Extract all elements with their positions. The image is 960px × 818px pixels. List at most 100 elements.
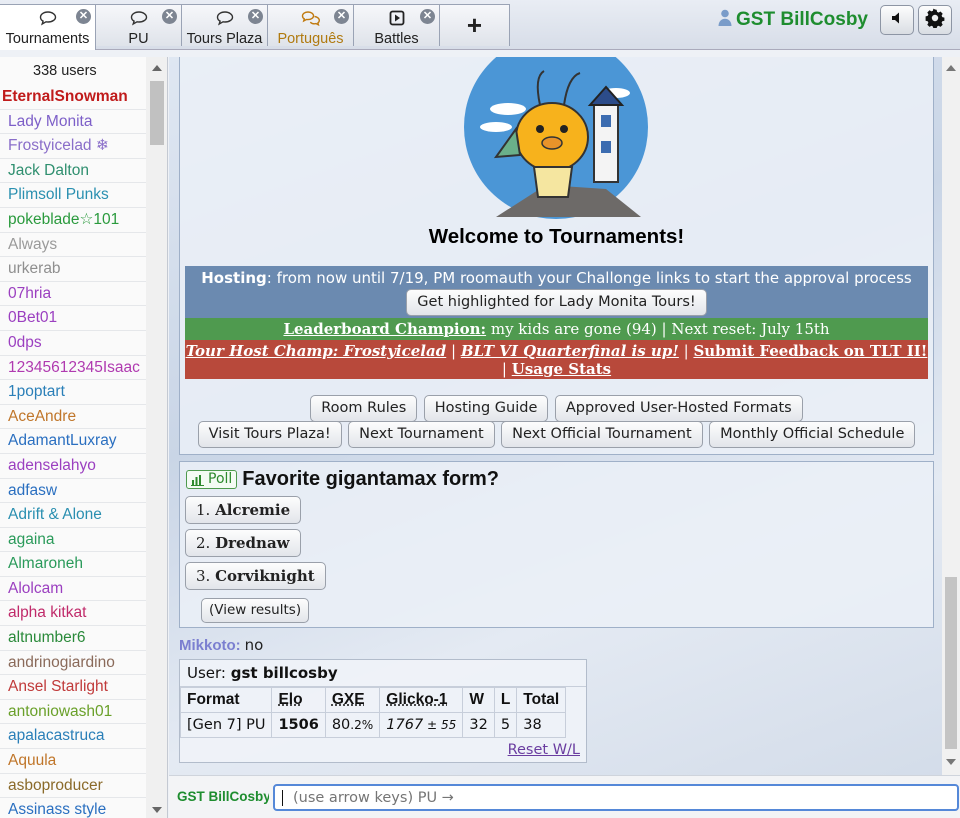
poll-question: Favorite gigantamax form?	[242, 468, 500, 490]
user-list-item[interactable]: altnumber6	[0, 626, 146, 651]
column-header: Glicko-1	[379, 687, 464, 713]
monthly-schedule-button[interactable]: Monthly Official Schedule	[709, 421, 916, 448]
reset-wl-link[interactable]: Reset W/L	[508, 742, 580, 758]
volume-icon	[890, 11, 904, 29]
format-cell: [Gen 7] PU	[179, 712, 273, 738]
user-list-item[interactable]: Ansel Starlight	[0, 675, 146, 700]
user-list-item[interactable]: Jack Dalton	[0, 159, 146, 184]
links-banner: Tour Host Champ: Frostyicelad | BLT VI Q…	[185, 340, 928, 379]
tour-host-champ-link[interactable]: Tour Host Champ: Frostyicelad	[186, 342, 447, 360]
user-list-item[interactable]: Alolcam	[0, 577, 146, 602]
user-list-item[interactable]: 07hria	[0, 282, 146, 307]
leaderboard-link[interactable]: Leaderboard Champion:	[283, 320, 486, 338]
column-header: L	[493, 687, 518, 713]
room-rules-button[interactable]: Room Rules	[310, 395, 418, 422]
poll-option-2[interactable]: 2. Drednaw	[185, 529, 301, 557]
tab-label: Tours Plaza	[186, 31, 263, 47]
gear-icon	[925, 8, 945, 32]
close-icon[interactable]: ✕	[248, 9, 263, 24]
user-list-item[interactable]: 0Bet01	[0, 306, 146, 331]
user-icon	[718, 9, 732, 32]
poll-option-3[interactable]: 3. Corviknight	[185, 562, 326, 590]
user-list-item[interactable]: alpha kitkat	[0, 601, 146, 627]
settings-button[interactable]	[918, 5, 952, 35]
blt-quarterfinal-link[interactable]: BLT VI Quarterfinal is up!	[461, 342, 679, 360]
usage-stats-link[interactable]: Usage Stats	[512, 360, 611, 378]
user-list-item[interactable]: andrinogiardino	[0, 651, 146, 676]
table-row: [Gen 7] PU 1506 80.2% 1767 ± 55 32 5 38	[179, 712, 567, 738]
userlist-scrollbar[interactable]	[146, 57, 167, 818]
message-input[interactable]	[273, 784, 959, 811]
user-area: GST BillCosby	[718, 5, 952, 35]
close-icon[interactable]: ✕	[420, 9, 435, 24]
visit-tours-plaza-button[interactable]: Visit Tours Plaza!	[197, 421, 342, 448]
user-list-item[interactable]: adenselahyo	[0, 454, 146, 479]
scroll-up-icon[interactable]	[152, 65, 162, 71]
separator: |	[501, 360, 512, 378]
poll-option-1[interactable]: 1. Alcremie	[185, 496, 302, 524]
table-header-row: Format Elo GXE Glicko-1 W L Total	[179, 687, 567, 713]
user-list-item[interactable]: Frostyicelad ❄	[0, 134, 146, 159]
user-list-item[interactable]: 1poptart	[0, 380, 146, 405]
tab-battles[interactable]: Battles ✕	[354, 4, 440, 47]
user-list-item[interactable]: pokeblade☆101	[0, 208, 146, 233]
poll-header: Poll Favorite gigantamax form?	[186, 468, 499, 491]
user-list-item[interactable]: AdamantLuxray	[0, 429, 146, 454]
tab-pu[interactable]: PU ✕	[96, 4, 182, 47]
user-list-item[interactable]: Always	[0, 233, 146, 258]
scrollbar-thumb[interactable]	[150, 81, 164, 145]
message-composer: GST BillCosby	[169, 775, 960, 818]
approved-formats-button[interactable]: Approved User-Hosted Formats	[554, 395, 803, 422]
close-icon[interactable]: ✕	[162, 9, 177, 24]
username[interactable]: GST BillCosby	[718, 9, 868, 32]
scroll-down-icon[interactable]	[152, 807, 162, 813]
user-list-item[interactable]: Almaroneh	[0, 552, 146, 577]
composer-username[interactable]: GST BillCosby	[177, 789, 269, 804]
user-list-item[interactable]: 0dps	[0, 331, 146, 356]
room-intro: Welcome to Tournaments! Hosting: from no…	[179, 57, 934, 455]
user-list-item[interactable]: AceAndre	[0, 405, 146, 430]
sound-button[interactable]	[880, 5, 914, 35]
message-text: no	[244, 636, 264, 654]
get-highlighted-button[interactable]: Get highlighted for Lady Monita Tours!	[406, 289, 707, 316]
user-list-item[interactable]: Adrift & Alone	[0, 503, 146, 528]
user-list-item[interactable]: 12345612345Isaac	[0, 356, 146, 381]
option-name: Alcremie	[215, 501, 291, 519]
userlist-sidebar: 338 users EternalSnowman Lady Monita Frost…	[0, 57, 168, 818]
message-author[interactable]: Mikkoto:	[179, 637, 241, 654]
user-list-item[interactable]: asboproducer	[0, 774, 146, 799]
gxe-cell: 80.2%	[324, 712, 381, 738]
user-list-item[interactable]: apalacastruca	[0, 724, 146, 750]
submit-feedback-link[interactable]: Submit Feedback on TLT II!	[693, 342, 927, 360]
view-results-button[interactable]: (View results)	[201, 598, 310, 623]
tab-tournaments[interactable]: Tournaments ✕	[0, 4, 96, 50]
scrollbar-thumb[interactable]	[945, 577, 957, 749]
close-icon[interactable]: ✕	[334, 9, 349, 24]
user-list-item[interactable]: Lady Monita	[0, 110, 146, 135]
ladder-user-name: gst billcosby	[230, 664, 338, 682]
next-official-tournament-button[interactable]: Next Official Tournament	[501, 421, 703, 448]
hosting-guide-button[interactable]: Hosting Guide	[423, 395, 549, 422]
poll-box: Poll Favorite gigantamax form? 1. Alcrem…	[179, 461, 934, 628]
scroll-down-icon[interactable]	[946, 759, 956, 765]
user-list-item[interactable]: Plimsoll Punks	[0, 183, 146, 208]
tab-portugues[interactable]: Português ✕	[268, 4, 354, 47]
add-room-button[interactable]: +	[440, 4, 510, 46]
tab-tours-plaza[interactable]: Tours Plaza ✕	[182, 4, 268, 47]
user-list-item[interactable]: antoniowash01	[0, 700, 146, 725]
next-tournament-button[interactable]: Next Tournament	[348, 421, 495, 448]
user-list: EternalSnowman Lady Monita Frostyicelad ❄ J…	[0, 85, 167, 818]
ladder-table: Format Elo GXE Glicko-1 W L Total [Gen 7…	[179, 687, 567, 738]
user-list-item[interactable]: Assinass style	[0, 798, 146, 818]
scroll-up-icon[interactable]	[946, 65, 956, 71]
chat-scrollbar[interactable]	[942, 57, 960, 775]
user-list-item[interactable]: urkerab	[0, 257, 146, 282]
close-icon[interactable]: ✕	[76, 9, 91, 24]
elo-cell: 1506	[271, 712, 326, 738]
user-list-item[interactable]: EternalSnowman	[0, 85, 146, 110]
column-header: GXE	[324, 687, 381, 713]
user-list-item[interactable]: againa	[0, 528, 146, 553]
user-list-item[interactable]: Aquula	[0, 749, 146, 774]
user-list-item[interactable]: adfasw	[0, 479, 146, 504]
tab-label: PU	[128, 31, 149, 47]
